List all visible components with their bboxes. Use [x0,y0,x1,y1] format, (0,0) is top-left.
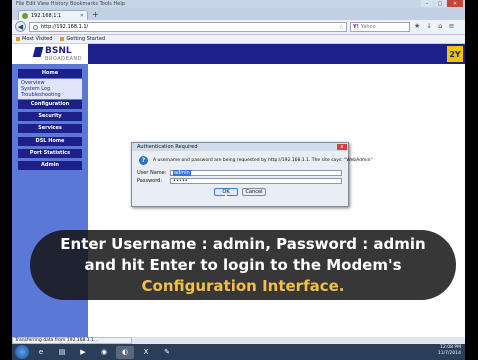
question-icon: ? [139,156,148,165]
nav-admin[interactable]: Admin [18,161,82,170]
caption-line-3: Configuration Interface. [141,276,345,295]
home-submenu: Overview System Log Troubleshooting [18,79,82,99]
ie-taskbar-icon[interactable]: e [32,346,50,359]
tab-title: 192.168.1.1 [31,12,62,19]
username-value: admin [173,170,191,176]
paint-taskbar-icon[interactable]: ✎ [158,346,176,359]
browser-status-bar: Transferring data from 192.168.1.1... [12,337,132,344]
username-field[interactable]: admin [170,170,342,176]
nav-configuration[interactable]: Configuration [18,100,82,109]
bookmark-folder-icon [60,37,65,41]
excel-taskbar-icon[interactable]: X [137,346,155,359]
bsnl-logo: BSNL BROADBAND [12,44,88,64]
tutorial-caption: Enter Username : admin, Password : admin… [30,230,456,300]
bookmark-most-visited[interactable]: Most Visited [16,36,52,42]
nav-port-statistics[interactable]: Port Statistics [18,149,82,158]
search-input[interactable] [360,24,405,30]
close-tab-icon[interactable]: ✕ [80,13,84,19]
nav-security[interactable]: Security [18,112,82,121]
chrome-taskbar-icon[interactable]: ◉ [95,346,113,359]
dialog-message: A username and password are being reques… [153,158,373,163]
dialog-close-button[interactable]: x [337,144,347,150]
explorer-taskbar-icon[interactable]: ▤ [53,346,71,359]
nav-troubleshooting[interactable]: Troubleshooting [18,92,82,98]
page-header: BSNL BROADBAND 2Y [12,44,465,64]
bookmark-folder-icon [16,37,20,41]
brand-subtitle: BROADBAND [45,56,82,62]
windows-taskbar: e ▤ ▶ ◉ ◐ X ✎ 12:08 PM 11/7/2014 [12,344,465,360]
media-taskbar-icon[interactable]: ▶ [74,346,92,359]
bookmarks-icon[interactable]: ★ [414,22,420,30]
search-box[interactable]: Y! [350,22,410,32]
nav-home[interactable]: Home [18,69,82,78]
nav-dsl-home[interactable]: DSL Home [18,137,82,146]
minimize-icon[interactable]: – [421,0,433,7]
system-clock[interactable]: 12:08 PM 11/7/2014 [438,345,461,357]
auth-dialog: Authentication Required x ? A username a… [131,142,373,207]
globe-icon [33,24,38,30]
nav-services[interactable]: Services [18,124,82,133]
new-tab-button[interactable]: + [92,10,99,19]
corner-logo-icon: 2Y [447,46,463,62]
url-bar[interactable]: ☆ [29,22,347,32]
bookmark-star-icon[interactable]: ☆ [339,24,346,31]
browser-title-bar: File Edit View History Bookmarks Tools H… [12,0,465,8]
firefox-taskbar-icon[interactable]: ◐ [116,345,134,359]
download-icon[interactable]: ↓ [426,22,432,30]
username-label: User Name: [137,170,167,176]
navigation-bar: ◀ ☆ Y! ★ ↓ ⌂ ≡ [12,20,465,35]
password-value: ••••• [173,178,188,184]
close-window-icon[interactable]: ✕ [447,0,463,7]
tab-strip: 192.168.1.1 ✕ + [12,8,465,20]
window-controls: – □ ✕ [421,0,463,7]
maximize-icon[interactable]: □ [434,0,446,7]
password-label: Password: [137,178,163,184]
desktop-screen: File Edit View History Bookmarks Tools H… [12,0,465,360]
bsnl-logo-mark-icon [32,47,44,57]
back-button[interactable]: ◀ [15,21,26,32]
password-field[interactable]: ••••• [170,178,342,184]
brand-name: BSNL [45,46,72,56]
cancel-button[interactable]: Cancel [242,188,266,196]
home-icon[interactable]: ⌂ [438,22,442,30]
favicon-icon [22,12,28,19]
caption-line-2: and hit Enter to login to the Modem's [84,255,402,274]
yahoo-logo-icon: Y! [353,24,359,30]
toolbar-icons: ★ ↓ ⌂ ≡ [414,22,454,30]
url-input[interactable] [41,23,336,31]
caption-line-1: Enter Username : admin, Password : admin [60,234,426,253]
bookmarks-toolbar: Most Visited Getting Started [12,35,465,44]
menu-bar[interactable]: File Edit View History Bookmarks Tools H… [16,0,125,8]
bookmark-getting-started[interactable]: Getting Started [60,36,105,42]
clock-date: 11/7/2014 [437,351,461,356]
start-button[interactable] [15,345,29,359]
menu-icon[interactable]: ≡ [449,22,455,30]
dialog-title: Authentication Required [132,143,348,151]
tab-router[interactable]: 192.168.1.1 ✕ [18,10,88,20]
